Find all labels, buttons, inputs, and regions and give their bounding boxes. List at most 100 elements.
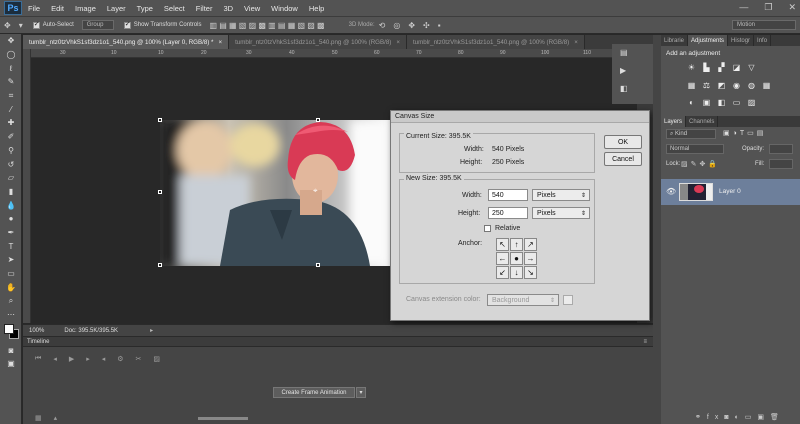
properties-panel-icon[interactable]: ◧ [620, 84, 628, 93]
transform-handle[interactable] [316, 263, 320, 267]
play-icon[interactable]: ▶ [69, 355, 74, 363]
first-frame-icon[interactable]: ⏮ [35, 355, 41, 363]
create-frame-animation-button[interactable]: Create Frame Animation [273, 387, 355, 398]
auto-select-checkbox[interactable]: Auto-Select [32, 20, 74, 29]
tab-document-1[interactable]: tumblr_ntz0tzVhkS1sf3dz1o1_540.png @ 100… [23, 35, 230, 49]
transform-center-icon[interactable]: ⌖ [313, 186, 318, 196]
anchor-left[interactable]: ← [496, 252, 509, 265]
invert-icon[interactable]: ◐ [687, 98, 696, 107]
next-frame-icon[interactable]: ▸ [86, 355, 90, 363]
dialog-title-bar[interactable]: Canvas Size [391, 111, 649, 123]
new-width-input[interactable]: 540 [488, 189, 528, 201]
timeline-zoom-slider[interactable] [198, 417, 248, 420]
maximize-icon[interactable]: ❐ [764, 2, 772, 13]
3d-pan-icon[interactable]: ✥ [408, 21, 415, 30]
crop-tool-icon[interactable]: ⌗ [0, 89, 22, 103]
menu-type[interactable]: Type [137, 4, 153, 13]
anchor-bottom-right[interactable]: ↘ [524, 266, 537, 279]
hand-tool-icon[interactable]: ✋ [0, 280, 22, 294]
split-icon[interactable]: ✂ [136, 355, 142, 363]
tab-adjustments[interactable]: Adjustments [688, 35, 729, 46]
selective-color-icon[interactable]: ▨ [747, 98, 756, 107]
menu-layer[interactable]: Layer [107, 4, 126, 13]
menu-3d[interactable]: 3D [223, 4, 233, 13]
menu-view[interactable]: View [244, 4, 260, 13]
add-mask-icon[interactable]: ◙ [724, 414, 734, 421]
previous-frame-icon[interactable]: ◂ [53, 355, 57, 363]
marquee-tool-icon[interactable]: ◯ [0, 48, 22, 62]
fx-icon[interactable]: fx [707, 414, 724, 421]
pen-tool-icon[interactable]: ✒ [0, 226, 22, 240]
screen-mode-icon[interactable]: ▣ [0, 357, 22, 371]
anchor-top-left[interactable]: ↖ [496, 238, 509, 251]
transition-icon[interactable]: ▨ [153, 355, 160, 363]
hue-saturation-icon[interactable]: ▦ [687, 81, 696, 90]
tab-histogram[interactable]: Histogr [728, 35, 755, 46]
height-unit-select[interactable]: Pixels ⇕ [532, 207, 590, 219]
path-select-tool-icon[interactable]: ➤ [0, 253, 22, 267]
fill-input[interactable] [769, 159, 793, 169]
color-lookup-icon[interactable]: ▦ [762, 81, 771, 90]
menu-edit[interactable]: Edit [51, 4, 64, 13]
zoom-tool-icon[interactable]: ⌕ [0, 294, 22, 308]
new-fill-layer-icon[interactable]: ◐ [735, 414, 745, 421]
menu-help[interactable]: Help [309, 4, 324, 13]
anchor-center[interactable]: ● [510, 252, 523, 265]
eraser-tool-icon[interactable]: ▱ [0, 171, 22, 185]
brightness-contrast-icon[interactable]: ☀ [687, 63, 696, 72]
menu-file[interactable]: File [28, 4, 40, 13]
brush-tool-icon[interactable]: ✐ [0, 130, 22, 144]
close-icon[interactable]: ✕ [788, 2, 796, 13]
dodge-tool-icon[interactable]: ● [0, 212, 22, 226]
auto-select-check-icon[interactable] [32, 20, 40, 29]
close-tab-icon[interactable]: × [218, 39, 222, 46]
document-image[interactable] [160, 120, 390, 266]
black-white-icon[interactable]: ◩ [717, 81, 726, 90]
minimize-icon[interactable]: — [739, 2, 748, 13]
anchor-bottom[interactable]: ↓ [510, 266, 523, 279]
layer-row[interactable]: 👁 Layer 0 [661, 179, 800, 205]
blend-mode-select[interactable]: Normal [666, 144, 724, 154]
type-tool-icon[interactable]: T [0, 239, 22, 253]
canvas-extension-color-select[interactable]: Background ⇕ [487, 294, 559, 306]
link-layers-icon[interactable]: ⚭ [695, 414, 707, 421]
foreground-color-swatch-top[interactable] [4, 324, 14, 335]
menu-window[interactable]: Window [271, 4, 298, 13]
color-balance-icon[interactable]: ⚖ [702, 81, 711, 90]
exposure-icon[interactable]: ◪ [732, 63, 741, 72]
new-layer-icon[interactable]: ▣ [757, 414, 770, 421]
audio-icon[interactable]: ◂ [102, 355, 106, 363]
menu-image[interactable]: Image [75, 4, 96, 13]
tab-info[interactable]: Info [754, 35, 772, 46]
stamp-tool-icon[interactable]: ⚲ [0, 144, 22, 158]
zoom-out-icon[interactable]: ▴ [54, 414, 58, 422]
tab-document-2[interactable]: tumblr_ntz0tzVhkS1sf3dz1o1_540.png @ 100… [229, 35, 407, 49]
status-menu-arrow-icon[interactable]: ▸ [150, 327, 153, 334]
vibrance-icon[interactable]: ▽ [747, 63, 756, 72]
photo-filter-icon[interactable]: ◉ [732, 81, 741, 90]
delete-layer-icon[interactable]: 🗑 [770, 414, 785, 421]
transform-handle[interactable] [158, 118, 162, 122]
threshold-icon[interactable]: ◧ [717, 98, 726, 107]
shape-tool-icon[interactable]: ▭ [0, 267, 22, 281]
history-panel-icon[interactable]: ▤ [620, 48, 628, 57]
3d-slide-icon[interactable]: ✣ [423, 21, 430, 30]
quick-mask-icon[interactable]: ◙ [0, 343, 22, 357]
3d-roll-icon[interactable]: ◎ [393, 21, 400, 30]
gradient-map-icon[interactable]: ▭ [732, 98, 741, 107]
gradient-tool-icon[interactable]: ▮ [0, 185, 22, 199]
visibility-eye-icon[interactable]: 👁 [666, 187, 676, 196]
healing-tool-icon[interactable]: ✚ [0, 116, 22, 130]
move-tool-icon[interactable]: ✥ [4, 21, 11, 30]
levels-icon[interactable]: ▙ [702, 63, 711, 72]
relative-checkbox[interactable]: Relative [484, 225, 520, 232]
color-swatches[interactable] [0, 321, 22, 343]
blur-tool-icon[interactable]: 💧 [0, 198, 22, 212]
width-unit-select[interactable]: Pixels ⇕ [532, 189, 590, 201]
posterize-icon[interactable]: ▣ [702, 98, 711, 107]
close-tab-icon[interactable]: × [574, 39, 578, 46]
move-tool-icon[interactable]: ✥ [0, 34, 22, 48]
auto-select-mode-select[interactable]: Group [81, 20, 114, 30]
tab-channels[interactable]: Channels [686, 116, 719, 127]
lasso-tool-icon[interactable]: ℓ [0, 61, 22, 75]
